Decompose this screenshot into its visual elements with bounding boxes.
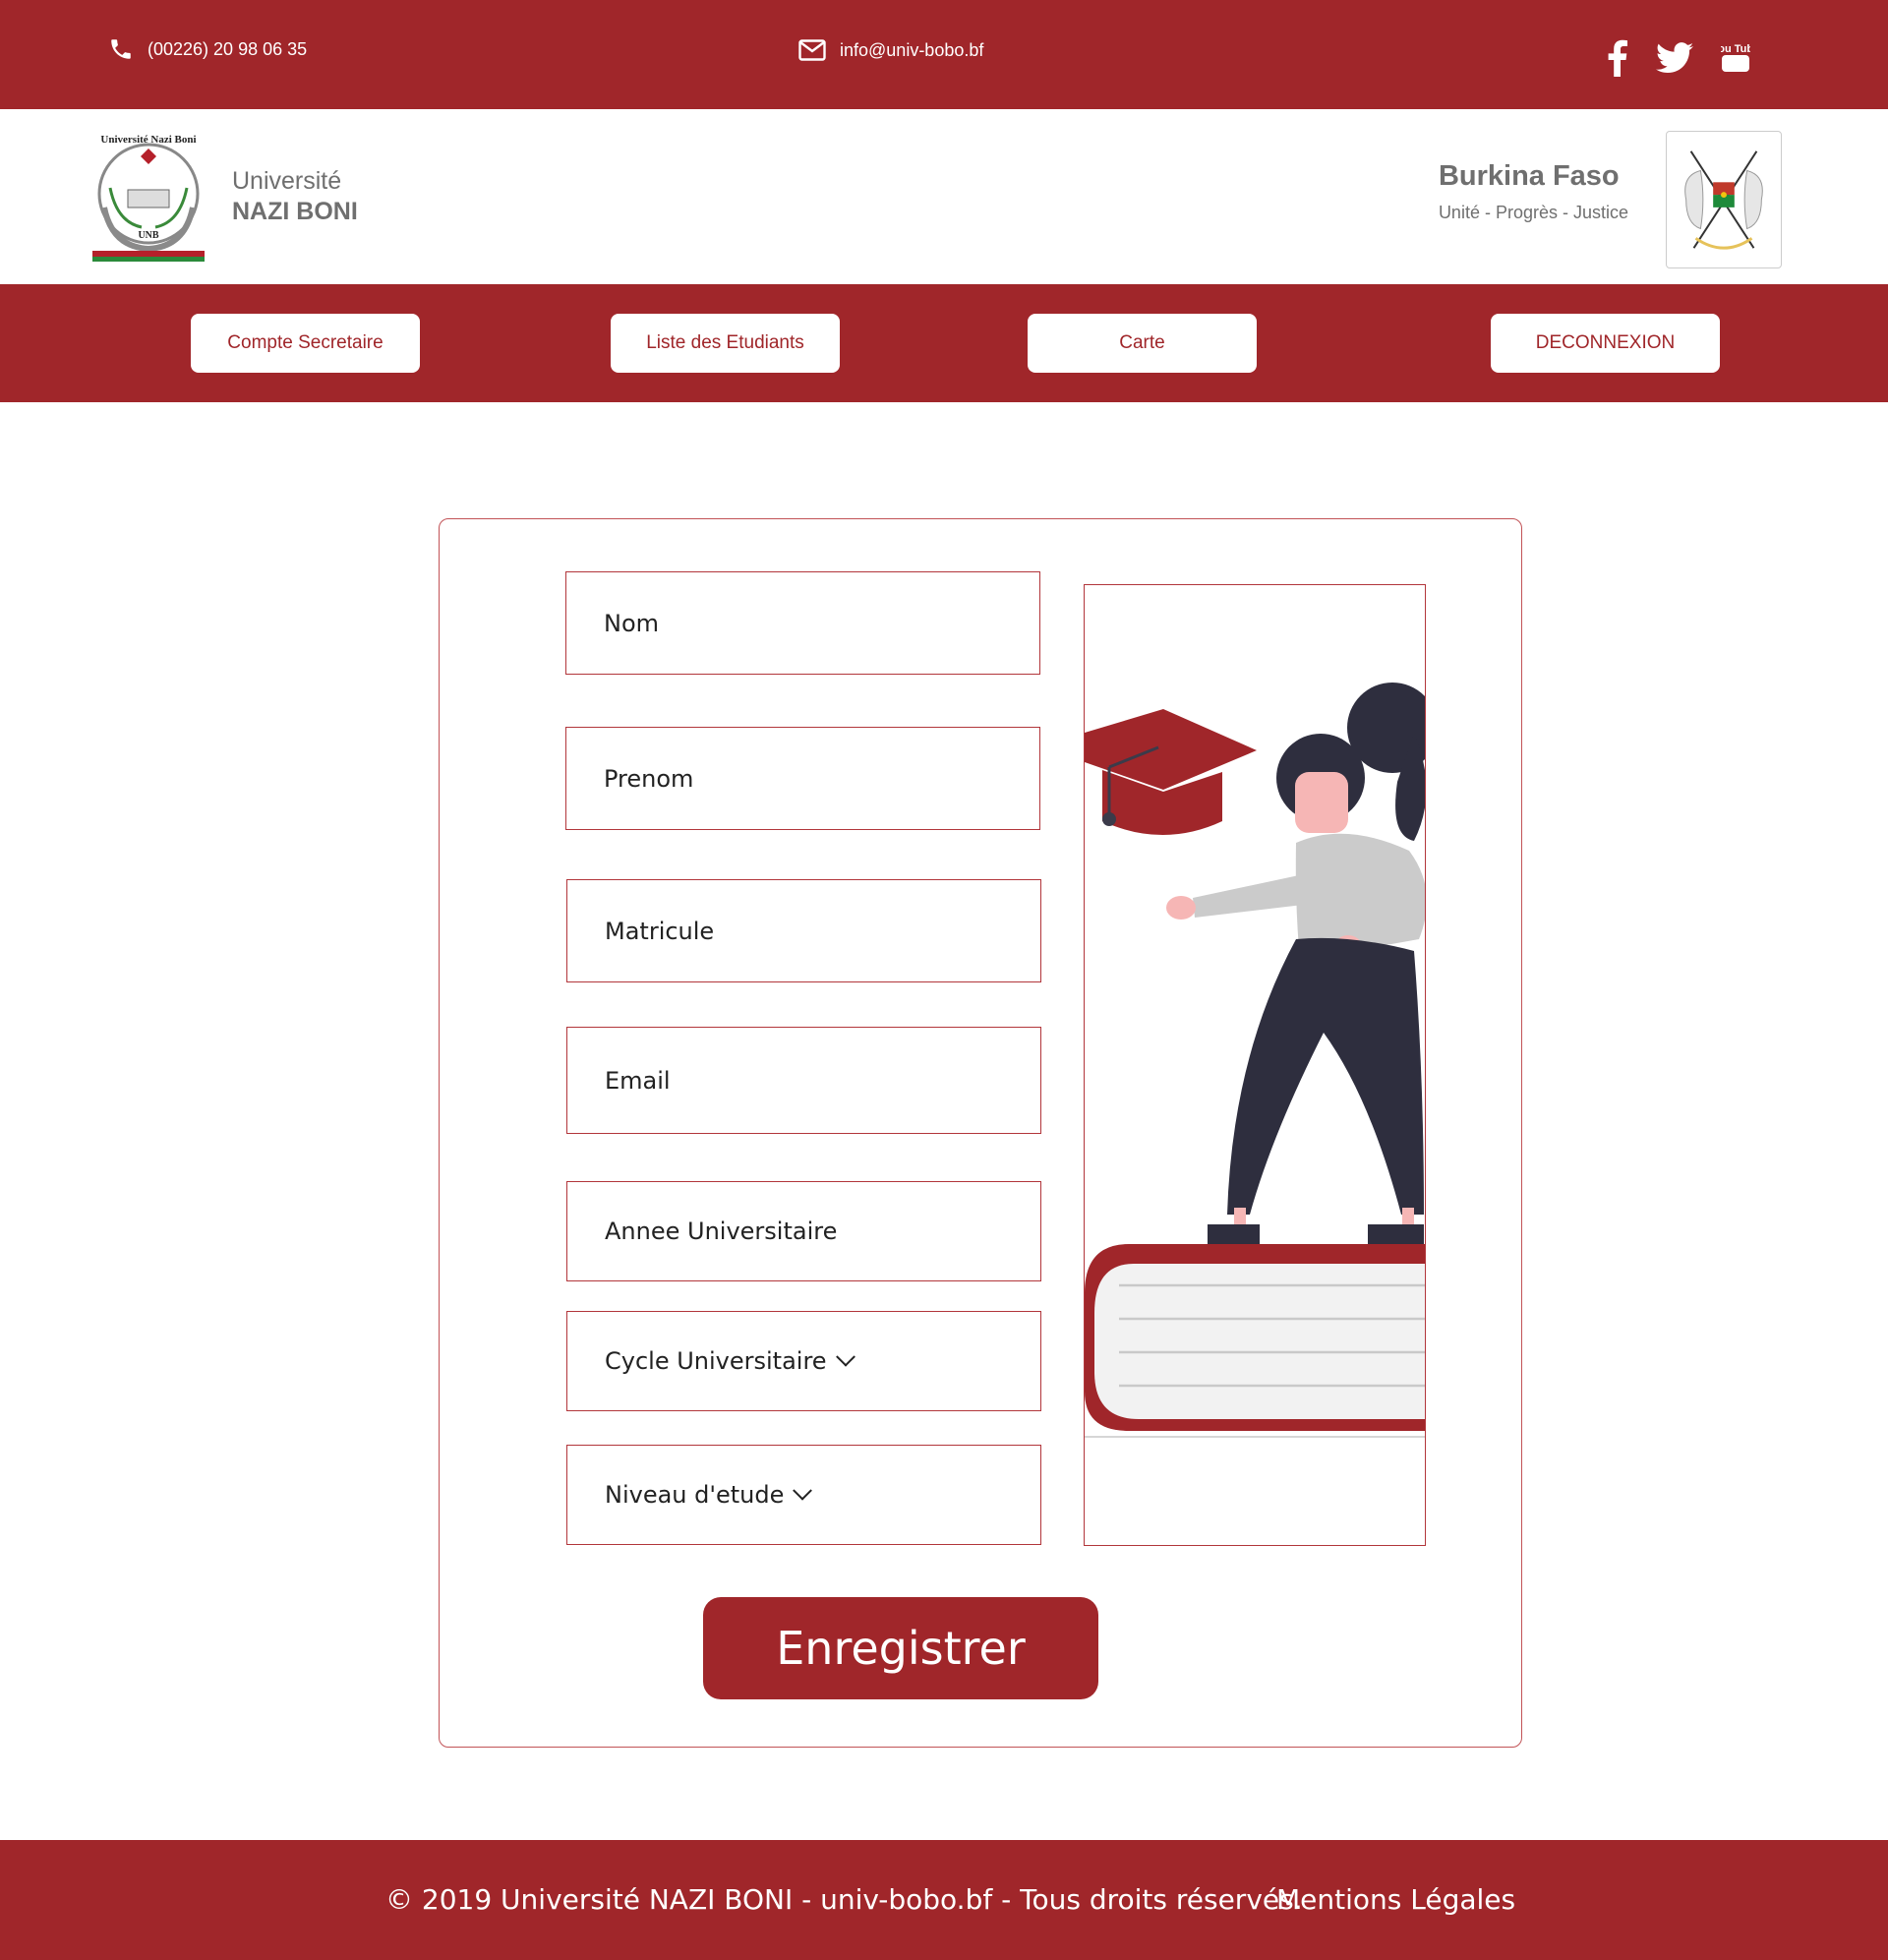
coat-of-arms-emblem	[1666, 131, 1782, 268]
email-contact: info@univ-bobo.bf	[798, 39, 983, 61]
annee-universitaire-field[interactable]: Annee Universitaire	[566, 1181, 1041, 1281]
site-footer: © 2019 Université NAZI BONI - univ-bobo.…	[0, 1840, 1888, 1960]
cycle-universitaire-select[interactable]: Cycle Universitaire	[566, 1311, 1041, 1411]
nom-label: Nom	[604, 609, 660, 637]
university-name-line1: Université	[232, 167, 342, 195]
student-registration-card: Nom Prenom Matricule Email Annee Univers…	[439, 518, 1522, 1748]
matricule-field[interactable]: Matricule	[566, 879, 1041, 982]
twitter-icon[interactable]	[1656, 42, 1693, 74]
country-block: Burkina Faso Unité - Progrès - Justice	[1439, 160, 1628, 223]
university-name-line2: NAZI BONI	[232, 198, 358, 225]
nom-field[interactable]: Nom	[565, 571, 1040, 675]
youtube-logo-you: You Tube	[1721, 43, 1750, 55]
email-field[interactable]: Email	[566, 1027, 1041, 1134]
matricule-label: Matricule	[605, 917, 715, 945]
nav-liste-etudiants[interactable]: Liste des Etudiants	[611, 314, 840, 373]
phone-icon	[111, 39, 131, 59]
country-motto: Unité - Progrès - Justice	[1438, 203, 1628, 222]
email-address: info@univ-bobo.bf	[840, 39, 984, 60]
youtube-icon[interactable]: You Tube	[1721, 41, 1750, 75]
prenom-label: Prenom	[604, 764, 694, 793]
student-illustration-panel	[1084, 584, 1426, 1546]
footer-copyright: © 2019 Université NAZI BONI - univ-bobo.…	[385, 1883, 1303, 1916]
social-links: You Tube	[1605, 39, 1750, 77]
graduate-illustration	[1085, 683, 1425, 1438]
university-logo[interactable]: Université Nazi Boni UNB	[83, 129, 214, 267]
facebook-icon[interactable]	[1605, 39, 1628, 77]
main-navigation: Compte Secretaire Liste des Etudiants Ca…	[0, 284, 1888, 402]
chevron-down-icon	[835, 1346, 856, 1367]
logo-text-top: Université Nazi Boni	[100, 134, 196, 146]
annee-universitaire-label: Annee Universitaire	[605, 1218, 838, 1245]
phone-number: (00226) 20 98 06 35	[148, 38, 308, 59]
country-name: Burkina Faso	[1438, 160, 1620, 192]
email-label: Email	[605, 1066, 671, 1095]
logo-text-bottom: UNB	[138, 230, 158, 241]
phone-contact: (00226) 20 98 06 35	[108, 36, 307, 62]
niveau-etude-label: Niveau d'etude	[605, 1481, 785, 1509]
university-name: Université NAZI BONI	[232, 166, 358, 227]
cycle-universitaire-label: Cycle Universitaire	[605, 1347, 827, 1375]
top-contact-bar: (00226) 20 98 06 35 info@univ-bobo.bf Yo…	[0, 0, 1888, 109]
prenom-field[interactable]: Prenom	[565, 727, 1040, 830]
footer-mentions-legales-link[interactable]: Mentions Légales	[1276, 1883, 1515, 1916]
mail-icon	[798, 39, 826, 61]
niveau-etude-select[interactable]: Niveau d'etude	[566, 1445, 1041, 1545]
nav-compte-secretaire[interactable]: Compte Secretaire	[191, 314, 420, 373]
enregistrer-button[interactable]: Enregistrer	[703, 1597, 1098, 1699]
nav-carte[interactable]: Carte	[1028, 314, 1257, 373]
brand-header: Université Nazi Boni UNB Université NAZI…	[0, 109, 1888, 284]
nav-deconnexion[interactable]: DECONNEXION	[1491, 314, 1720, 373]
chevron-down-icon	[793, 1480, 813, 1501]
